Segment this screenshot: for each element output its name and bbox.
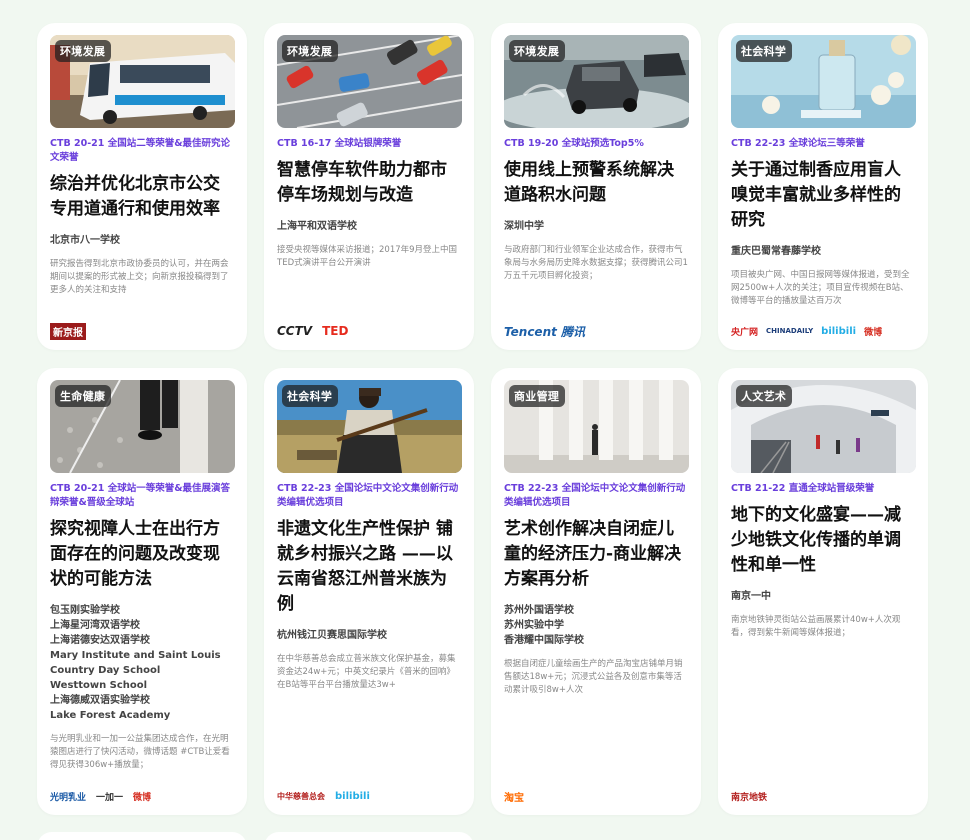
project-card[interactable]: 环境发展 CTB 16-17 全球站银牌荣誉 智慧停车软件助力都市停车场规划与改… — [264, 23, 474, 350]
school-name: 深圳中学 — [504, 221, 544, 232]
project-title: 非遗文化生产性保护 铺就乡村振兴之路 ——以云南省怒江州普米族为例 — [277, 519, 453, 614]
school-name: 南京一中 — [731, 591, 771, 602]
project-thumbnail: 人文艺术 — [731, 380, 916, 473]
media-logos: 中华慈善总会 bilibili — [277, 789, 370, 803]
school-name: 上海星河湾双语学校 — [50, 620, 140, 631]
taobao-logo: 淘宝 — [504, 792, 524, 804]
project-title: 关于通过制香应用盲人嗅觉丰富就业多样性的研究 — [731, 160, 901, 230]
category-tag: 社会科学 — [282, 385, 339, 407]
school-name: 杭州钱江贝赛思国际学校 — [277, 630, 387, 641]
project-thumbnail: 社会科学 — [731, 35, 916, 128]
school-list: 苏州外国语学校 苏州实验中学 香港耀中国际学校 — [504, 603, 689, 648]
project-description: 根据自闭症儿童绘画生产的产品淘宝店铺单月销售额达18w+元；沉浸式公益各及创意市… — [504, 659, 683, 695]
media-logos: Tencent 腾讯 — [504, 324, 586, 339]
media-logos: 新京报 — [50, 322, 86, 340]
project-description: 与政府部门和行业领军企业达成合作，获得市气象局与水务局历史降水数据支撑；获得腾讯… — [504, 245, 688, 281]
award-text: CTB 22-23 全国论坛中文论文集创新行动类编辑优选项目 — [277, 483, 459, 508]
project-card[interactable]: 商业管理 CTB 22-23 全国论坛中文论文集创新行动类编辑优选项目 艺术创作… — [491, 368, 701, 815]
bilibili-logo: bilibili — [821, 325, 857, 337]
school-list: 北京市八一学校 — [50, 233, 235, 248]
project-thumbnail: 商业管理 — [504, 380, 689, 473]
project-title: 使用线上预警系统解决道路积水问题 — [504, 160, 674, 205]
award-text: CTB 22-23 全球论坛三等荣誉 — [731, 138, 865, 149]
project-card[interactable]: 环境发展 CTB 20-21 全国站二等荣誉&最佳研究论文荣誉 综治并优化北京市… — [37, 23, 247, 350]
school-name: 上海德威双语实验学校 — [50, 695, 150, 706]
ted-logo: TED — [322, 324, 349, 338]
category-tag: 人文艺术 — [736, 385, 793, 407]
school-name: 重庆巴蜀常春藤学校 — [731, 246, 821, 257]
project-description: 在中华慈善总会成立普米族文化保护基金，募集资金达24w+元；中英文纪录片《普米的… — [277, 654, 456, 690]
cctv-logo: CCTV — [277, 324, 313, 338]
school-name: 包玉刚实验学校 — [50, 605, 120, 616]
category-tag: 环境发展 — [509, 40, 566, 62]
tencent-logo: Tencent 腾讯 — [504, 324, 586, 339]
award-text: CTB 22-23 全国论坛中文论文集创新行动类编辑优选项目 — [504, 483, 686, 508]
weibo-logo: 微博 — [133, 792, 152, 803]
media-logos: 淘宝 — [504, 789, 524, 804]
project-description: 项目被央广网、中国日报网等媒体报道，受到全网2500w+人次的关注；项目宣传视频… — [731, 270, 910, 306]
yijiayi-logo: 一加一 — [96, 792, 124, 803]
project-thumbnail: 环境发展 — [50, 35, 235, 128]
project-grid: 环境发展 CTB 20-21 全国站二等荣誉&最佳研究论文荣誉 综治并优化北京市… — [37, 23, 928, 815]
project-thumbnail: 社会科学 — [277, 380, 462, 473]
award-text: CTB 20-21 全球站一等荣誉&最佳展演答辩荣誉&晋级全球站 — [50, 483, 230, 508]
project-title: 智慧停车软件助力都市停车场规划与改造 — [277, 160, 447, 205]
xinjingbao-logo: 新京报 — [50, 322, 86, 340]
project-description: 南京地铁钟灵街站公益画展累计40w+人次观看，得到紫牛新闻等媒体报道； — [731, 615, 901, 638]
award-text: CTB 20-21 全国站二等荣誉&最佳研究论文荣誉 — [50, 138, 230, 163]
project-title: 艺术创作解决自闭症儿童的经济压力-商业解决方案再分析 — [504, 519, 682, 589]
school-list: 南京一中 — [731, 589, 916, 604]
school-name: 香港耀中国际学校 — [504, 635, 584, 646]
school-list: 上海平和双语学校 — [277, 219, 462, 234]
cnr-logo: 央广网 — [731, 327, 759, 338]
award-text: CTB 16-17 全球站银牌荣誉 — [277, 138, 402, 149]
next-card-peek — [264, 832, 474, 840]
school-name: 苏州实验中学 — [504, 620, 564, 631]
project-description: 接受央视等媒体采访报道；2017年9月登上中国TED式演讲平台公开演讲 — [277, 245, 458, 268]
media-logos: 央广网 CHINADAILY bilibili 微博 — [731, 324, 882, 338]
category-tag: 商业管理 — [509, 385, 566, 407]
project-card[interactable]: 生命健康 CTB 20-21 全球站一等荣誉&最佳展演答辩荣誉&晋级全球站 探究… — [37, 368, 247, 815]
project-card[interactable]: 人文艺术 CTB 21-22 直通全球站晋级荣誉 地下的文化盛宴——减少地铁文化… — [718, 368, 928, 815]
school-list: 杭州钱江贝赛思国际学校 — [277, 628, 462, 643]
project-card[interactable]: 社会科学 CTB 22-23 全国论坛中文论文集创新行动类编辑优选项目 非遗文化… — [264, 368, 474, 815]
award-text: CTB 21-22 直通全球站晋级荣誉 — [731, 483, 875, 494]
china-charity-logo: 中华慈善总会 — [277, 791, 325, 801]
nanjing-metro-logo: 南京地铁 — [731, 792, 768, 803]
category-tag: 环境发展 — [55, 40, 112, 62]
school-name: Mary Institute and Saint Louis Country D… — [50, 650, 221, 676]
project-thumbnail: 环境发展 — [504, 35, 689, 128]
project-title: 地下的文化盛宴——减少地铁文化传播的单调性和单一性 — [731, 505, 901, 575]
project-description: 研究报告得到北京市政协委员的认可，并在两会期间以提案的形式被上交；向新京报投稿得… — [50, 259, 229, 295]
school-name: 北京市八一学校 — [50, 235, 120, 246]
school-name: 上海平和双语学校 — [277, 221, 357, 232]
category-tag: 社会科学 — [736, 40, 793, 62]
school-name: 上海诺德安达双语学校 — [50, 635, 150, 646]
category-tag: 生命健康 — [55, 385, 112, 407]
award-text: CTB 19-20 全球站预选Top5% — [504, 138, 644, 149]
weibo-logo: 微博 — [864, 327, 883, 338]
bright-dairy-logo: 光明乳业 — [50, 792, 87, 803]
school-name: 苏州外国语学校 — [504, 605, 574, 616]
project-thumbnail: 环境发展 — [277, 35, 462, 128]
media-logos: CCTV TED — [277, 324, 348, 338]
media-logos: 南京地铁 — [731, 789, 767, 803]
media-logos: 光明乳业 一加一 微博 — [50, 789, 151, 803]
bilibili-logo: bilibili — [335, 790, 370, 802]
school-list: 重庆巴蜀常春藤学校 — [731, 244, 916, 259]
chinadaily-logo: CHINADAILY — [766, 327, 814, 335]
project-card[interactable]: 环境发展 CTB 19-20 全球站预选Top5% 使用线上预警系统解决道路积水… — [491, 23, 701, 350]
next-card-peek — [37, 832, 247, 840]
school-list: 包玉刚实验学校 上海星河湾双语学校 上海诺德安达双语学校 Mary Instit… — [50, 603, 235, 723]
project-card[interactable]: 社会科学 CTB 22-23 全球论坛三等荣誉 关于通过制香应用盲人嗅觉丰富就业… — [718, 23, 928, 350]
school-list: 深圳中学 — [504, 219, 689, 234]
project-thumbnail: 生命健康 — [50, 380, 235, 473]
project-title: 综治并优化北京市公交专用道通行和使用效率 — [50, 174, 220, 219]
category-tag: 环境发展 — [282, 40, 339, 62]
school-name: Westtown School — [50, 680, 148, 691]
school-name: Lake Forest Academy — [50, 710, 171, 721]
project-title: 探究视障人士在出行方面存在的问题及改变现状的可能方法 — [50, 519, 220, 589]
project-description: 与光明乳业和一加一公益集团达成合作，在光明猿图店进行了快闪活动，微博话题 #CT… — [50, 734, 230, 770]
